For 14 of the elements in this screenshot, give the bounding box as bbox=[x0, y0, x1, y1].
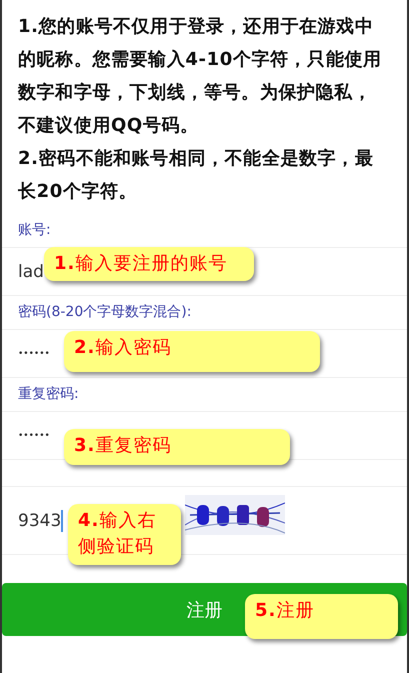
instruction-text: 2.密码不能和账号相同，不能全是数字，最长20个字符。 bbox=[18, 147, 374, 204]
hint-tooltip: 5.注册 bbox=[245, 594, 398, 639]
instruction-text: 1.您的账号不仅用于登录，还用于在游戏中的昵称。您需要输入4-10个字符，只能使用数字和字母，下划线，等号。为保护隐私，不建议使用QQ号码。 bbox=[18, 15, 382, 138]
hint-tooltip: 2.输入密码 bbox=[64, 331, 320, 372]
account-input[interactable]: lad bbox=[18, 262, 44, 282]
captcha-input[interactable]: 9343 bbox=[18, 510, 62, 530]
hint-tooltip: 4.输入右侧验证码 bbox=[68, 504, 181, 565]
hint-tooltip: 1.输入要注册的账号 bbox=[44, 247, 254, 281]
password-input[interactable]: •••••• bbox=[18, 430, 50, 440]
field-label: 重复密码: bbox=[18, 385, 79, 403]
field-label: 账号: bbox=[18, 221, 51, 239]
field-label: 密码(8-20个字母数字混合): bbox=[18, 303, 192, 321]
hint-tooltip: 3.重复密码 bbox=[64, 429, 290, 465]
password-input[interactable]: •••••• bbox=[18, 348, 50, 358]
